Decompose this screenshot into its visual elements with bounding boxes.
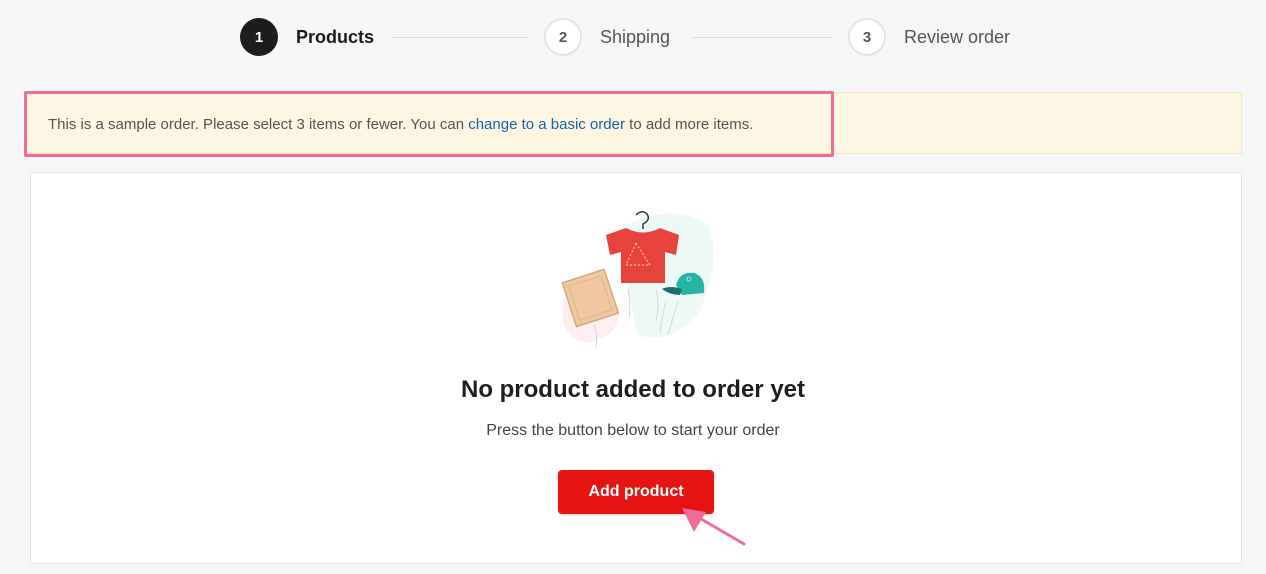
empty-state-subtitle: Press the button below to start your ord…: [486, 422, 780, 439]
step-shipping[interactable]: 2 Shipping: [544, 16, 670, 58]
step-connector: [392, 37, 528, 38]
notice-text-after: to add more items.: [625, 116, 754, 133]
step-products[interactable]: 1 Products: [240, 16, 374, 58]
step-connector: [692, 37, 832, 38]
pointer-arrow-icon: [682, 508, 746, 546]
products-illustration-icon: [561, 211, 714, 348]
step-number: 2: [544, 18, 582, 56]
notice-message: This is a sample order. Please select 3 …: [48, 116, 753, 133]
empty-state-title: No product added to order yet: [460, 376, 805, 403]
notice-text-before: This is a sample order. Please select 3 …: [48, 116, 469, 133]
step-label: Products: [296, 26, 375, 47]
step-number: 3: [848, 18, 886, 56]
change-to-basic-order-link[interactable]: change to a basic order: [468, 116, 625, 133]
order-stepper: 1 Products 2 Shipping 3 Review order: [0, 0, 1266, 76]
step-label: Shipping: [600, 26, 671, 47]
step-number: 1: [240, 18, 278, 56]
step-label: Review order: [904, 26, 1011, 47]
step-review-order[interactable]: 3 Review order: [848, 16, 1010, 58]
